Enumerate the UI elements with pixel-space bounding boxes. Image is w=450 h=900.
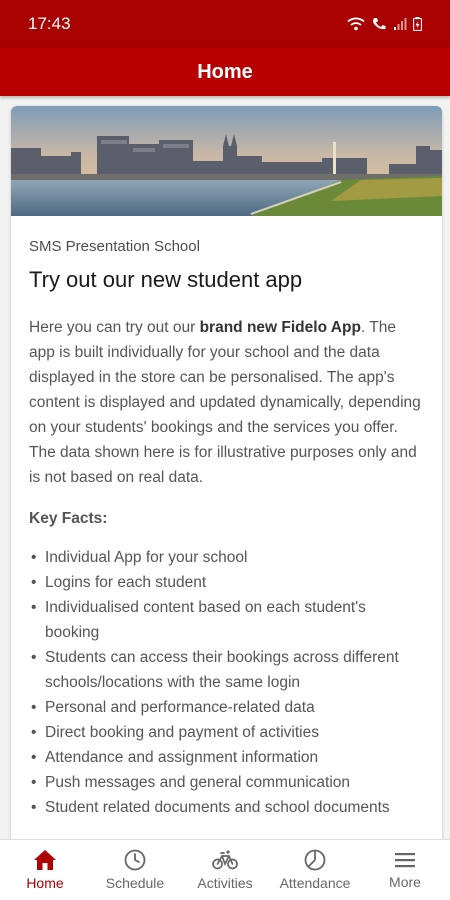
status-bar: 17:43 (0, 0, 450, 48)
card-title: Try out our new student app (29, 267, 303, 292)
nav-item-activities[interactable]: Activities (180, 849, 270, 891)
wifi-icon (347, 17, 365, 31)
list-item: Students can access their bookings acros… (29, 645, 424, 695)
list-item: Student related documents and school doc… (29, 795, 424, 820)
bicycle-icon (212, 850, 238, 870)
nav-item-attendance[interactable]: Attendance (270, 849, 360, 891)
nav-label-attendance: Attendance (279, 875, 351, 891)
clock-icon (124, 849, 146, 871)
nav-item-home[interactable]: Home (0, 849, 90, 891)
signal-icon (394, 18, 407, 30)
bottom-nav: Home Schedule Activities Attendance More (0, 839, 450, 900)
list-item: Personal and performance-related data (29, 695, 424, 720)
list-item: Logins for each student (29, 570, 424, 595)
key-facts-list: Individual App for your school Logins fo… (29, 545, 424, 820)
key-facts-heading: Key Facts: (29, 510, 108, 527)
phone-call-icon (373, 18, 386, 30)
list-item: Individual App for your school (29, 545, 424, 570)
nav-label-more: More (389, 874, 421, 890)
list-item: Attendance and assignment information (29, 745, 424, 770)
content-scroll-area[interactable]: SMS Presentation School Try out our new … (0, 96, 450, 839)
app-bar: Home (0, 48, 450, 96)
nav-item-schedule[interactable]: Schedule (90, 849, 180, 891)
nav-item-more[interactable]: More (360, 850, 450, 890)
list-item: Direct booking and payment of activities (29, 720, 424, 745)
nav-label-home: Home (26, 875, 64, 891)
home-icon (34, 850, 56, 870)
nav-label-activities: Activities (197, 875, 253, 891)
battery-icon (413, 17, 422, 31)
pie-chart-icon (304, 849, 326, 871)
status-time: 17:43 (28, 14, 71, 33)
hero-image (11, 106, 442, 216)
nav-label-schedule: Schedule (105, 875, 165, 891)
app-name-highlight: brand new Fidelo App (199, 319, 361, 336)
intro-text: Here you can try out our brand new Fidel… (29, 319, 421, 486)
menu-icon (395, 853, 415, 868)
list-item: Push messages and general communication (29, 770, 424, 795)
school-name: SMS Presentation School (29, 238, 200, 255)
status-icons (347, 17, 422, 31)
page-title: Home (197, 60, 253, 83)
list-item: Individualised content based on each stu… (29, 595, 424, 645)
news-card[interactable]: SMS Presentation School Try out our new … (11, 106, 442, 839)
